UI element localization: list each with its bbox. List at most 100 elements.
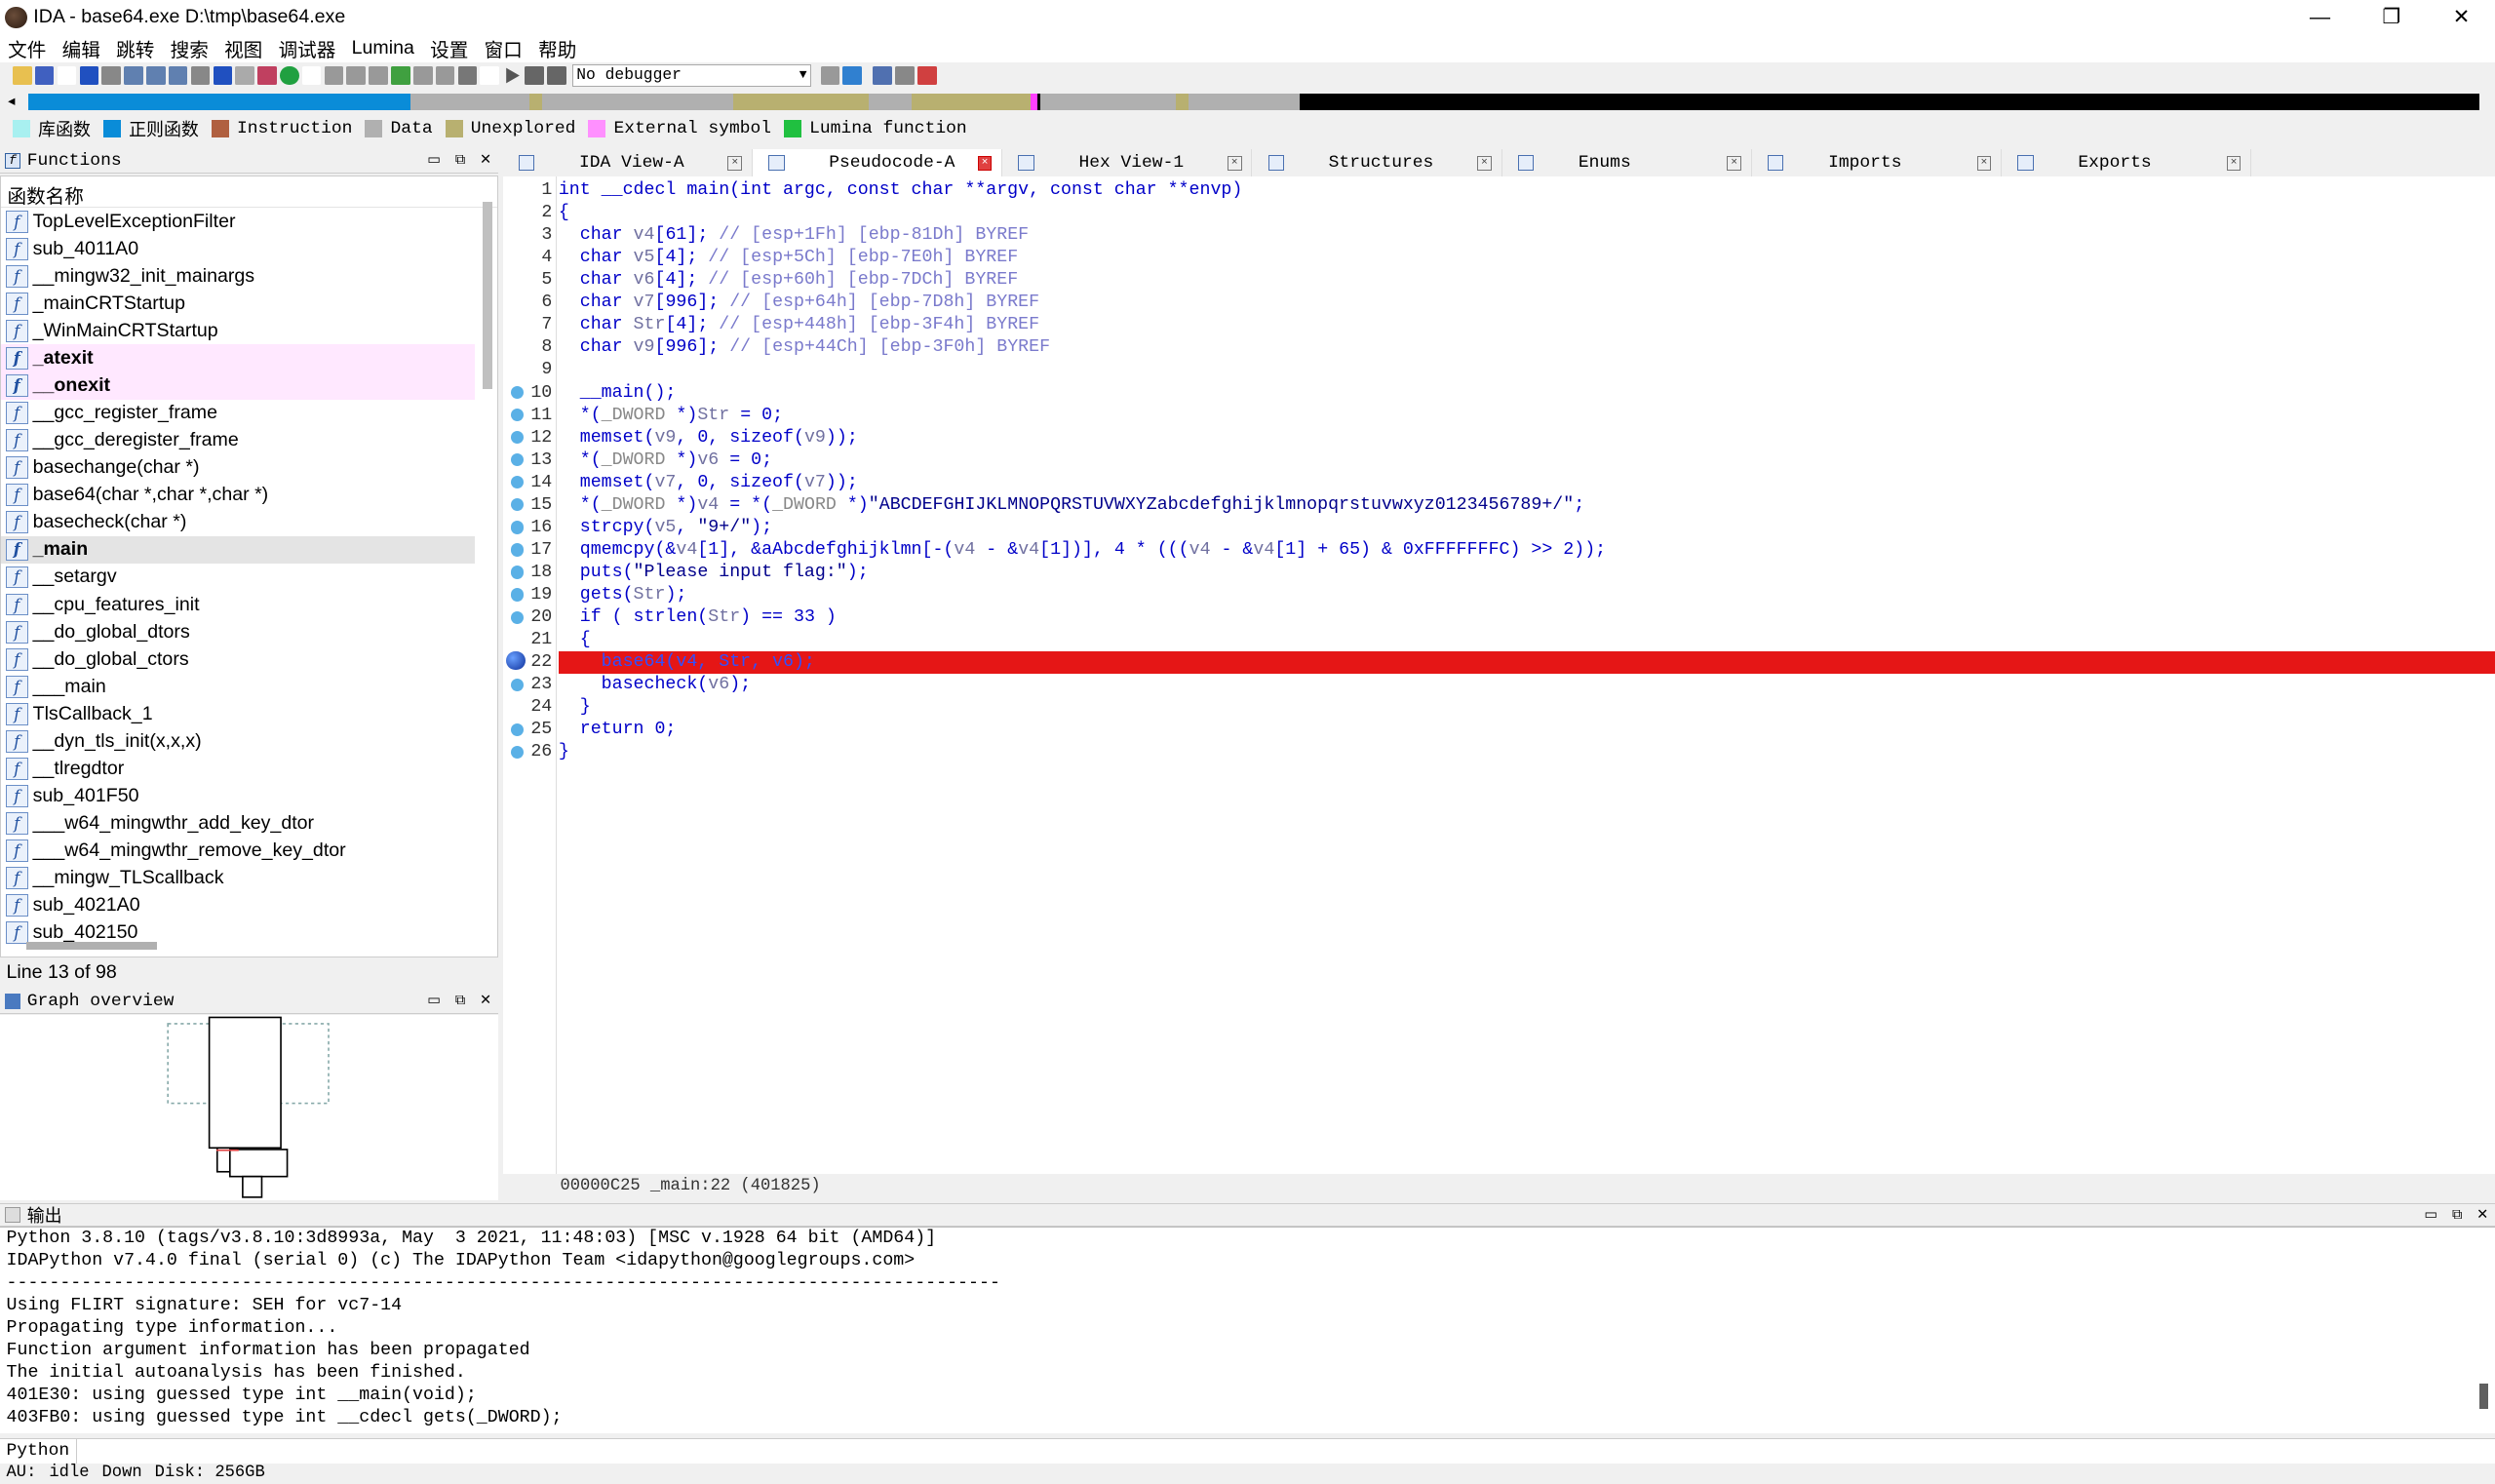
function-row[interactable]: f __mingw_TLScallback [1, 865, 475, 892]
function-row[interactable]: f __setargv [1, 564, 475, 591]
code-line[interactable]: 21 { [503, 629, 2495, 651]
open-icon[interactable] [13, 65, 32, 86]
panel-minimize-icon[interactable]: ▭ [427, 990, 441, 1013]
code-line[interactable]: 1 int __cdecl main(int argc, const char *… [503, 179, 2495, 202]
close-button[interactable]: ✕ [2425, 0, 2495, 35]
panel-minimize-icon[interactable]: ▭ [2424, 1204, 2437, 1228]
play-icon[interactable] [506, 67, 520, 84]
function-row[interactable]: f _WinMainCRTStartup [1, 317, 475, 344]
function-row[interactable]: f basecheck(char *) [1, 509, 475, 536]
code-line[interactable]: 25 return 0; [503, 719, 2495, 741]
python-command-line[interactable]: Python [0, 1438, 2495, 1464]
back-icon[interactable] [79, 65, 99, 86]
code-line[interactable]: 26} [503, 741, 2495, 763]
tab-enums[interactable]: Enums × [1502, 149, 1752, 177]
save-icon[interactable] [34, 65, 55, 86]
code-line[interactable]: 14 memset(v7, 0, sizeof(v7)); [503, 472, 2495, 494]
code-line[interactable]: 10 __main(); [503, 382, 2495, 405]
tab-close-icon[interactable]: × [1976, 155, 1992, 171]
tab-close-icon[interactable]: × [1227, 155, 1242, 171]
run-green-icon[interactable] [279, 65, 299, 86]
function-row[interactable]: f sub_4011A0 [1, 235, 475, 262]
code-line[interactable]: 11 *(_DWORD *)Str = 0; [503, 405, 2495, 427]
tab-close-icon[interactable]: × [1727, 155, 1742, 171]
function-row[interactable]: f basechange(char *) [1, 454, 475, 482]
find-icon[interactable] [168, 65, 188, 86]
copy-icon[interactable] [124, 65, 143, 86]
menu-help[interactable]: 帮助 [530, 34, 584, 62]
function-row[interactable]: f _atexit [1, 344, 476, 372]
lumina-icon[interactable] [391, 65, 410, 86]
trace-icon[interactable] [873, 65, 892, 86]
panel-close-icon[interactable]: ✕ [2476, 1204, 2488, 1228]
minimize-button[interactable]: — [2283, 0, 2357, 35]
function-row[interactable]: f __gcc_register_frame [1, 400, 475, 427]
tab-close-icon[interactable]: × [977, 155, 993, 171]
menu-windows[interactable]: 窗口 [477, 34, 530, 62]
data-icon[interactable] [346, 65, 367, 86]
tab-close-icon[interactable]: × [1477, 155, 1492, 171]
function-row[interactable]: f TopLevelExceptionFilter [1, 208, 475, 235]
function-row[interactable]: f sub_401F50 [1, 782, 475, 809]
code-icon[interactable] [324, 65, 344, 86]
step-icon[interactable] [895, 65, 915, 86]
function-row[interactable]: f ___main [1, 673, 475, 700]
undefine-icon[interactable] [457, 65, 478, 86]
function-row[interactable]: f ___w64_mingwthr_remove_key_dtor [1, 838, 475, 865]
function-row[interactable]: f ___w64_mingwthr_add_key_dtor [1, 810, 475, 838]
code-line[interactable]: 18 puts("Please input flag:"); [503, 562, 2495, 584]
python-language-button[interactable]: Python [0, 1439, 77, 1464]
code-line[interactable]: 16 strcpy(v5, "9+/"); [503, 517, 2495, 539]
navigation-band[interactable]: ◂ [0, 91, 2495, 113]
code-line[interactable]: 13 *(_DWORD *)v6 = 0; [503, 449, 2495, 472]
menu-jump[interactable]: 跳转 [108, 34, 162, 62]
code-line[interactable]: 6 char v7[996]; // [esp+64h] [ebp-7D8h] … [503, 292, 2495, 314]
menu-debugger[interactable]: 调试器 [270, 34, 343, 62]
stop-icon[interactable] [546, 65, 566, 86]
menu-search[interactable]: 搜索 [162, 34, 215, 62]
function-row[interactable]: f _mainCRTStartup [1, 290, 475, 317]
code-line[interactable]: 12 memset(v9, 0, sizeof(v9)); [503, 427, 2495, 449]
tab-structures[interactable]: Structures × [1252, 149, 1502, 177]
function-row[interactable]: f sub_4021A0 [1, 892, 475, 919]
code-line[interactable]: 8 char v9[996]; // [esp+44Ch] [ebp-3F0h]… [503, 336, 2495, 359]
attach-icon[interactable] [820, 65, 840, 86]
navigation-band-bar[interactable] [28, 94, 2479, 110]
function-row[interactable]: f __do_global_dtors [1, 618, 475, 645]
function-row[interactable]: f base64(char *,char *,char *) [1, 482, 475, 509]
tab-ida-view-a[interactable]: IDA View-A × [503, 149, 753, 177]
code-line[interactable]: 5 char v6[4]; // [esp+60h] [ebp-7DCh] BY… [503, 269, 2495, 292]
code-line[interactable]: 9 [503, 359, 2495, 381]
refresh-icon[interactable] [842, 65, 862, 86]
panel-float-icon[interactable]: ⧉ [455, 990, 465, 1013]
debugger-select[interactable]: No debugger ▼ [572, 64, 811, 87]
functions-hscrollbar[interactable] [26, 941, 157, 950]
code-line[interactable]: 24 } [503, 696, 2495, 719]
tab-close-icon[interactable]: × [727, 155, 743, 171]
menu-edit[interactable]: 编辑 [54, 34, 107, 62]
output-panel[interactable]: Python 3.8.10 (tags/v3.8.10:3d8993a, May… [0, 1227, 2495, 1434]
pseudocode-view[interactable]: 1 int __cdecl main(int argc, const char *… [502, 176, 2495, 1175]
tab-exports[interactable]: Exports × [2002, 149, 2252, 177]
menu-file[interactable]: 文件 [0, 34, 54, 62]
function-name-column-header[interactable]: 函数名称 [1, 176, 497, 208]
panel-minimize-icon[interactable]: ▭ [427, 149, 441, 173]
search-icon[interactable] [190, 65, 211, 86]
graph-icon[interactable] [257, 65, 277, 86]
function-row[interactable]: f __mingw32_init_mainargs [1, 262, 475, 290]
array-icon[interactable] [435, 65, 455, 86]
scrollbar-thumb[interactable] [483, 201, 492, 390]
functions-list[interactable]: 函数名称 f TopLevelExceptionFilter f sub_4011A0… [0, 175, 498, 958]
breakpoint-icon[interactable] [917, 65, 937, 86]
maximize-button[interactable]: ❐ [2355, 0, 2428, 35]
code-line[interactable]: 22 base64(v4, Str, v6); [503, 650, 2495, 674]
function-row[interactable]: f __do_global_ctors [1, 645, 475, 673]
patch-icon[interactable] [412, 65, 433, 86]
paste-icon[interactable] [146, 65, 166, 86]
code-line[interactable]: 23 basecheck(v6); [503, 674, 2495, 696]
function-row[interactable]: f TlsCallback_1 [1, 700, 475, 727]
function-row[interactable]: f __onexit [1, 371, 476, 400]
forward-icon[interactable] [101, 65, 121, 86]
nav-left-arrow-icon[interactable]: ◂ [8, 93, 15, 109]
tab-imports[interactable]: Imports × [1752, 149, 2003, 177]
